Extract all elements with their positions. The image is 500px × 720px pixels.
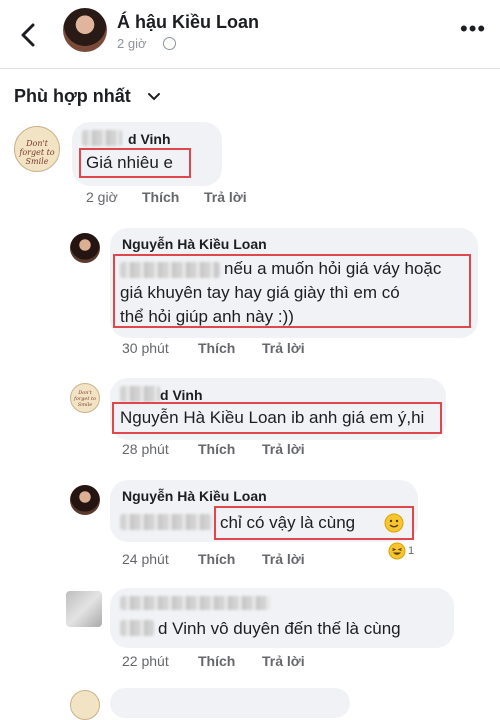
comment-author[interactable]: d Vinh	[160, 387, 203, 403]
comment-time: 22 phút	[122, 653, 169, 669]
commenter-avatar[interactable]: Don't forget to Smile	[70, 383, 100, 413]
reply-button[interactable]: Trả lời	[204, 189, 247, 205]
commenter-avatar[interactable]	[70, 233, 100, 263]
commenter-avatar[interactable]	[70, 690, 100, 720]
comment-text-line: giá khuyên tay hay giá giày thì em có	[120, 283, 400, 302]
more-options-icon[interactable]: •••	[460, 18, 486, 40]
globe-icon	[163, 37, 176, 50]
like-button[interactable]: Thích	[198, 653, 235, 669]
commenter-avatar[interactable]	[66, 591, 102, 627]
redacted-name	[82, 130, 122, 146]
comment-text: Giá nhiêu e	[86, 153, 173, 172]
page-avatar[interactable]	[63, 8, 107, 52]
redacted-mention	[120, 262, 220, 278]
redacted-mention	[120, 514, 212, 530]
redacted-name	[120, 386, 160, 402]
comment-time: 24 phút	[122, 551, 169, 567]
comment-author[interactable]: d Vinh	[128, 131, 171, 147]
smile-emoji-icon	[384, 513, 404, 538]
reply-button[interactable]: Trả lời	[262, 441, 305, 457]
comment-time: 2 giờ	[86, 189, 118, 205]
like-button[interactable]: Thích	[198, 551, 235, 567]
header-divider	[0, 68, 500, 69]
redacted-mention	[120, 620, 154, 636]
commenter-avatar[interactable]: Don't forget to Smile	[14, 126, 60, 172]
comment-text: Nguyễn Hà Kiều Loan ib anh giá em ý,hi	[120, 408, 425, 427]
like-button[interactable]: Thích	[198, 340, 235, 356]
back-arrow-icon[interactable]	[14, 20, 44, 50]
comment-text-line: nếu a muốn hỏi giá váy hoặc	[224, 259, 442, 278]
like-button[interactable]: Thích	[142, 189, 179, 205]
comment-text-line: thể hỏi giúp anh này :))	[120, 307, 294, 326]
haha-reaction-icon[interactable]	[388, 542, 406, 565]
comment-time: 30 phút	[122, 340, 169, 356]
comment-text: d Vinh vô duyên đến thế là cùng	[158, 619, 401, 638]
like-button[interactable]: Thích	[198, 441, 235, 457]
comment-time: 28 phút	[122, 441, 169, 457]
reply-button[interactable]: Trả lời	[262, 551, 305, 567]
comment-text: chỉ có vậy là cùng	[220, 513, 356, 532]
comment-author[interactable]: Nguyễn Hà Kiều Loan	[122, 488, 267, 504]
sort-dropdown-label[interactable]: Phù hợp nhất	[14, 86, 131, 107]
avatar-caption: Don't forget to Smile	[19, 139, 55, 166]
comment-author[interactable]: Nguyễn Hà Kiều Loan	[122, 236, 267, 252]
avatar-caption: Don't forget to Smile	[73, 390, 97, 408]
reply-button[interactable]: Trả lời	[262, 340, 305, 356]
redacted-name	[120, 596, 270, 610]
post-time[interactable]: 2 giờ	[117, 36, 147, 51]
reaction-count[interactable]: 1	[408, 545, 414, 557]
reply-button[interactable]: Trả lời	[262, 653, 305, 669]
commenter-avatar[interactable]	[70, 485, 100, 515]
page-name[interactable]: Á hậu Kiều Loan	[117, 12, 259, 33]
comment-bubble	[110, 688, 350, 718]
chevron-down-icon[interactable]	[146, 88, 162, 104]
